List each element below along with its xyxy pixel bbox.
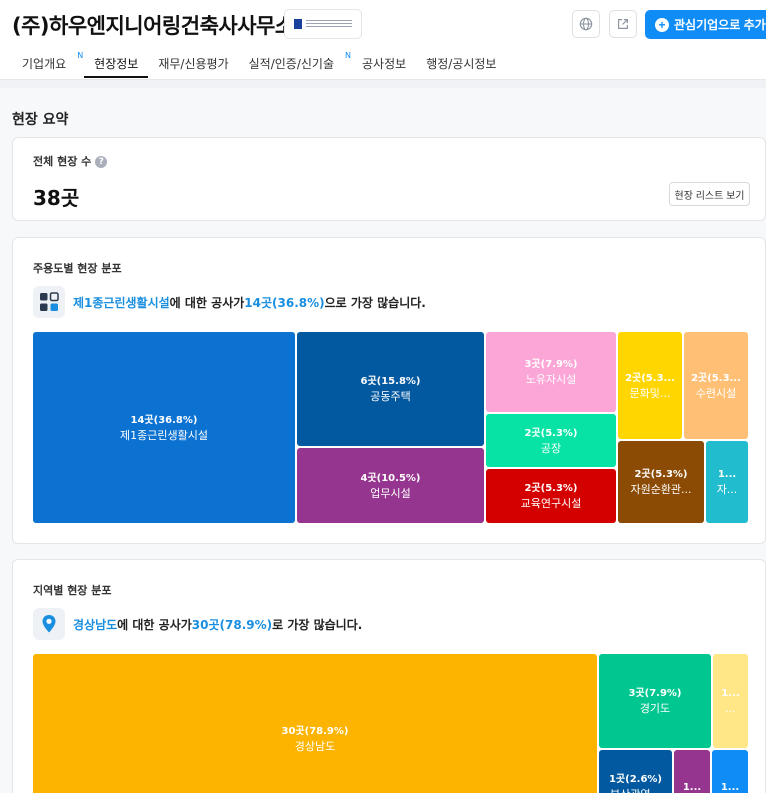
- use-tile-value: 2곳(5.3%): [524, 427, 578, 439]
- tab-company-overview[interactable]: 기업개요 N: [12, 50, 84, 78]
- total-sites-label-text: 전체 현장 수: [33, 155, 92, 168]
- tab-label: 공사정보: [362, 57, 407, 71]
- company-header: (주)하우엔지니어링건축사사무소 + 관심기업으로 추가 기업개요 N 현장정보 …: [0, 0, 766, 80]
- help-icon[interactable]: ?: [95, 156, 108, 168]
- use-tile-value: 2곳(5.3...: [691, 372, 741, 384]
- new-badge: N: [345, 51, 352, 60]
- region-tile-value: 1...: [682, 781, 702, 793]
- total-sites-card: 전체 현장 수? 38곳 현장 리스트 보기: [12, 137, 766, 221]
- new-badge: N: [77, 51, 84, 60]
- use-tile-label: 업무시설: [370, 486, 411, 500]
- summary-text: 으로 가장 많습니다.: [324, 295, 426, 310]
- total-sites-label: 전체 현장 수?: [33, 153, 108, 169]
- top-use-count: 14곳(36.8%): [244, 295, 325, 310]
- tab-label: 현장정보: [94, 57, 139, 71]
- use-tile[interactable]: 3곳(7.9%) 노유자시설: [486, 332, 616, 412]
- globe-icon: [579, 17, 593, 31]
- company-logo: [284, 9, 362, 39]
- top-use-name: 제1종근린생활시설: [73, 295, 170, 310]
- region-tile[interactable]: 1......: [713, 654, 748, 748]
- logo-mark: [294, 19, 302, 29]
- section-title: 현장 요약: [12, 112, 69, 128]
- summary-text: 로 가장 많습니다.: [272, 617, 363, 632]
- region-tile[interactable]: 30곳(78.9%) 경상남도: [33, 654, 597, 793]
- use-tile-value: 6곳(15.8%): [360, 376, 421, 387]
- use-tile-label: 자...: [716, 483, 738, 496]
- use-tile[interactable]: 2곳(5.3%) 자원순환관...: [618, 441, 704, 523]
- use-tile-value: 2곳(5.3%): [634, 469, 688, 480]
- add-favorite-label: 관심기업으로 추가: [674, 18, 766, 32]
- use-tile-value: 4곳(10.5%): [360, 472, 421, 484]
- region-tile-value: 1...: [721, 688, 740, 699]
- top-region-count: 30곳(78.9%): [191, 617, 273, 632]
- use-tile[interactable]: 2곳(5.3... 수련시설: [684, 332, 748, 439]
- grid-category-icon: [33, 286, 65, 318]
- region-tile[interactable]: 1...: [674, 750, 710, 793]
- region-tile-label: 경상남도: [294, 740, 336, 753]
- external-link-icon: [618, 19, 628, 29]
- region-tile-label: ...: [725, 702, 736, 715]
- add-favorite-company-button[interactable]: + 관심기업으로 추가: [645, 10, 766, 39]
- region-tile-value: 1곳(2.6%): [608, 774, 663, 785]
- tab-bar: 기업개요 N 현장정보 재무/신용평가 실적/인증/신기술 N 공사정보 행정/공시…: [12, 50, 506, 80]
- divider: [0, 80, 766, 88]
- use-treemap: 14곳(36.8%) 제1종근린생활시설 6곳(15.8%) 공동주택 4곳(10.5%…: [33, 332, 749, 524]
- use-tile-value: 2곳(5.3%): [524, 483, 578, 494]
- site-list-button[interactable]: 현장 리스트 보기: [669, 182, 750, 206]
- tab-finance-credit[interactable]: 재무/신용평가: [148, 50, 238, 78]
- total-sites-count: 38곳: [33, 186, 80, 210]
- use-tile[interactable]: 2곳(5.3%) 교육연구시설: [486, 469, 616, 523]
- tab-performance-certification[interactable]: 실적/인증/신기술 N: [239, 50, 352, 78]
- use-tile-value: 3곳(7.9%): [524, 359, 578, 370]
- region-tile-label: 부산광역...: [607, 787, 664, 793]
- plus-circle-icon: +: [655, 17, 669, 32]
- logo-text-lines: [306, 20, 352, 28]
- use-distribution-summary: 제1종근린생활시설 에 대한 공사가 14곳(36.8%) 으로 가장 많습니다.: [33, 286, 426, 318]
- region-tile-label: 경기도: [639, 702, 671, 715]
- region-distribution-summary: 경상남도 에 대한 공사가 30곳(78.9%) 로 가장 많습니다.: [33, 608, 362, 640]
- region-tile[interactable]: 1곳(2.6%) 부산광역...: [599, 750, 672, 793]
- use-tile-label: 공장: [540, 441, 562, 455]
- region-tile[interactable]: 3곳(7.9%) 경기도: [599, 654, 711, 748]
- use-tile[interactable]: 4곳(10.5%) 업무시설: [297, 448, 484, 523]
- map-pin-icon: [33, 608, 65, 640]
- region-distribution-title: 지역별 현장 분포: [33, 584, 112, 597]
- use-tile-value: 2곳(5.3...: [625, 372, 675, 384]
- use-tile-value: 14곳(36.8%): [130, 414, 198, 426]
- use-tile[interactable]: 1... 자...: [706, 441, 748, 523]
- summary-text: 에 대한 공사가: [169, 295, 245, 310]
- top-region-name: 경상남도: [73, 617, 118, 632]
- use-tile[interactable]: 14곳(36.8%) 제1종근린생활시설: [33, 332, 295, 523]
- summary-text: 에 대한 공사가: [117, 617, 192, 632]
- tab-label: 실적/인증/신기술: [248, 57, 335, 71]
- region-tile-value: 1...: [720, 781, 740, 793]
- region-treemap: 30곳(78.9%) 경상남도 3곳(7.9%) 경기도 1...... 1곳(2.6%)…: [33, 654, 749, 793]
- tab-admin-disclosure[interactable]: 행정/공시정보: [416, 50, 506, 78]
- tab-label: 기업개요: [22, 57, 67, 71]
- open-external-button[interactable]: [609, 10, 637, 38]
- use-distribution-card: 주용도별 현장 분포 제1종근린생활시설 에 대한 공사가 14곳(36.8%) 으…: [12, 237, 766, 544]
- region-tile-value: 3곳(7.9%): [628, 688, 682, 699]
- company-title: (주)하우엔지니어링건축사사무소: [12, 14, 294, 38]
- tab-label: 재무/신용평가: [158, 57, 229, 71]
- tab-label: 행정/공시정보: [426, 57, 497, 71]
- region-distribution-card: 지역별 현장 분포 경상남도 에 대한 공사가 30곳(78.9%) 로 가장 많습…: [12, 559, 766, 793]
- use-tile-label: 교육연구시설: [520, 497, 582, 510]
- use-tile[interactable]: 2곳(5.3%) 공장: [486, 414, 616, 467]
- website-button[interactable]: [572, 10, 600, 38]
- use-tile[interactable]: 6곳(15.8%) 공동주택: [297, 332, 484, 446]
- use-tile-label: 노유자시설: [525, 373, 577, 386]
- use-distribution-title: 주용도별 현장 분포: [33, 262, 122, 275]
- use-tile-label: 자원순환관...: [630, 483, 692, 496]
- use-tile-label: 공동주택: [370, 390, 411, 403]
- use-tile-label: 문화및...: [629, 386, 671, 400]
- use-tile-label: 수련시설: [695, 386, 737, 400]
- region-tile[interactable]: 1...: [712, 750, 748, 793]
- use-tile-label: 제1종근린생활시설: [120, 428, 208, 442]
- use-tile[interactable]: 2곳(5.3... 문화및...: [618, 332, 682, 439]
- region-tile-value: 30곳(78.9%): [281, 726, 349, 737]
- tab-construction-info[interactable]: 공사정보: [352, 50, 416, 78]
- use-tile-value: 1...: [717, 469, 737, 480]
- tab-site-info[interactable]: 현장정보: [84, 50, 149, 78]
